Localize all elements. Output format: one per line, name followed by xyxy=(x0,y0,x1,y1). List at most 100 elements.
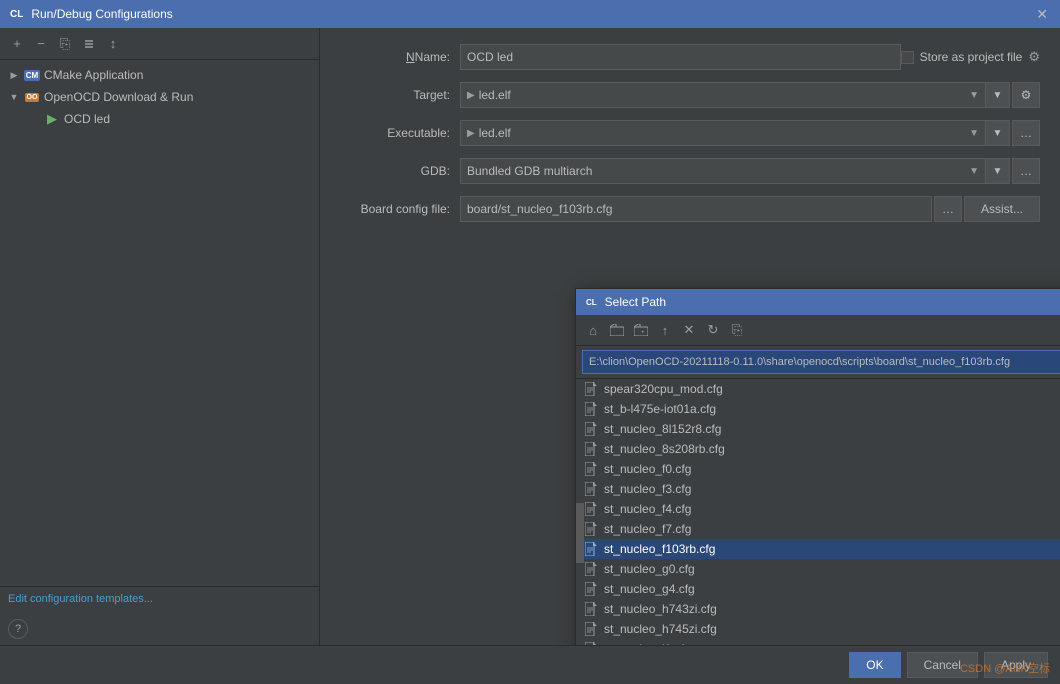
expand-openocd-icon: ▼ xyxy=(8,91,20,103)
sidebar-item-openocd[interactable]: ▼ OO OpenOCD Download & Run xyxy=(0,86,319,108)
refresh-button[interactable]: ↻ xyxy=(702,319,724,341)
board-config-label: Board config file: xyxy=(340,202,460,216)
config-panel: NName: Store as project file ⚙ Target: ▶… xyxy=(320,28,1060,645)
move-config-button[interactable] xyxy=(78,33,100,55)
gdb-select[interactable]: Bundled GDB multiarch ▼ xyxy=(460,158,986,184)
executable-label: Executable: xyxy=(340,126,460,140)
file-icon xyxy=(584,562,598,576)
openocd-icon: OO xyxy=(24,89,40,105)
executable-browse-button[interactable]: … xyxy=(1012,120,1040,146)
expand-ocd-icon xyxy=(28,113,40,125)
move-up-button[interactable]: ↑ xyxy=(654,319,676,341)
svg-text:+: + xyxy=(641,330,645,336)
file-list-item[interactable]: st_nucleo_g4.cfg xyxy=(576,579,1060,599)
path-dialog-toolbar: ⌂ + ↑ ✕ ↻ ⎘ Hide path xyxy=(576,315,1060,346)
sidebar-tree: ▶ CM CMake Application ▼ OO OpenOCD Down… xyxy=(0,60,319,586)
file-list-item[interactable]: st_nucleo_8l152r8.cfg xyxy=(576,419,1060,439)
file-list-item[interactable]: st_b-l475e-iot01a.cfg xyxy=(576,399,1060,419)
name-row: NName: Store as project file ⚙ xyxy=(340,44,1040,70)
main-dialog: CL Run/Debug Configurations ✕ + − ⎘ ↕ ▶ xyxy=(0,0,1060,684)
store-project-checkbox[interactable] xyxy=(901,51,914,64)
file-name: st_b-l475e-iot01a.cfg xyxy=(604,402,716,416)
edit-templates-link[interactable]: Edit configuration templates... xyxy=(8,593,311,605)
file-list-item[interactable]: st_nucleo_f103rb.cfg xyxy=(576,539,1060,559)
gdb-browse-button[interactable]: … xyxy=(1012,158,1040,184)
remove-config-button[interactable]: − xyxy=(30,33,52,55)
file-icon xyxy=(584,462,598,476)
file-list-item[interactable]: st_nucleo_l1.cfg xyxy=(576,639,1060,645)
board-config-input[interactable] xyxy=(460,196,932,222)
file-list-item[interactable]: st_nucleo_f3.cfg xyxy=(576,479,1060,499)
file-icon xyxy=(584,422,598,436)
dialog-title: Run/Debug Configurations xyxy=(31,7,1026,21)
folder-button[interactable] xyxy=(606,319,628,341)
target-row: Target: ▶ led.elf ▼ ▼ ⚙ xyxy=(340,82,1040,108)
file-list-item[interactable]: st_nucleo_8s208rb.cfg xyxy=(576,439,1060,459)
file-list-item[interactable]: st_nucleo_h745zi.cfg xyxy=(576,619,1060,639)
file-icon xyxy=(584,442,598,456)
file-icon xyxy=(584,602,598,616)
sidebar-item-ocd-led[interactable]: ▶ OCD led xyxy=(0,108,319,130)
file-name: st_nucleo_f103rb.cfg xyxy=(604,542,715,556)
name-input[interactable] xyxy=(460,44,901,70)
select-path-app-icon: CL xyxy=(584,297,599,308)
file-name: st_nucleo_h745zi.cfg xyxy=(604,622,717,636)
executable-dropdown-button[interactable]: ▼ xyxy=(986,120,1010,146)
file-name: spear320cpu_mod.cfg xyxy=(604,382,723,396)
executable-select[interactable]: ▶ led.elf ▼ xyxy=(460,120,986,146)
file-icon xyxy=(584,402,598,416)
sidebar-item-cmake-label: CMake Application xyxy=(44,68,143,82)
home-button[interactable]: ⌂ xyxy=(582,319,604,341)
title-bar: CL Run/Debug Configurations ✕ xyxy=(0,0,1060,28)
gdb-dropdown-arrow: ▼ xyxy=(969,166,979,177)
file-icon xyxy=(584,522,598,536)
target-select[interactable]: ▶ led.elf ▼ xyxy=(460,82,986,108)
target-settings-button[interactable]: ⚙ xyxy=(1012,82,1040,108)
file-list-item[interactable]: st_nucleo_f4.cfg xyxy=(576,499,1060,519)
file-icon xyxy=(584,642,598,645)
file-icon xyxy=(584,622,598,636)
gdb-value: Bundled GDB multiarch xyxy=(467,164,592,178)
gdb-dropdown-button[interactable]: ▼ xyxy=(986,158,1010,184)
sort-config-button[interactable]: ↕ xyxy=(102,33,124,55)
cancel-path-button[interactable]: ✕ xyxy=(678,319,700,341)
file-list-item[interactable]: st_nucleo_g0.cfg xyxy=(576,559,1060,579)
board-config-browse-button[interactable]: … xyxy=(934,196,962,222)
store-project-gear-icon[interactable]: ⚙ xyxy=(1028,49,1040,65)
target-dropdown-button[interactable]: ▼ xyxy=(986,82,1010,108)
scrollbar-thumb[interactable] xyxy=(576,503,584,563)
file-list-items: spear320cpu_mod.cfg st_b-l475e-iot01a.cf… xyxy=(576,379,1060,645)
file-name: st_nucleo_f4.cfg xyxy=(604,502,691,516)
file-name: st_nucleo_f7.cfg xyxy=(604,522,691,536)
expand-cmake-icon: ▶ xyxy=(8,69,20,81)
file-list-item[interactable]: st_nucleo_h743zi.cfg xyxy=(576,599,1060,619)
file-name: st_nucleo_g0.cfg xyxy=(604,562,695,576)
sidebar: + − ⎘ ↕ ▶ CM CMake Application xyxy=(0,28,320,645)
dialog-body: + − ⎘ ↕ ▶ CM CMake Application xyxy=(0,28,1060,645)
watermark: CSDN @ANK空标 xyxy=(960,660,1050,676)
copy-config-button[interactable]: ⎘ xyxy=(54,33,76,55)
help-button[interactable]: ? xyxy=(8,619,28,639)
file-name: st_nucleo_f3.cfg xyxy=(604,482,691,496)
select-path-title-text: Select Path xyxy=(605,295,1060,309)
target-dropdown-arrow: ▼ xyxy=(969,90,979,101)
executable-row: Executable: ▶ led.elf ▼ ▼ … xyxy=(340,120,1040,146)
file-list-item[interactable]: st_nucleo_f7.cfg xyxy=(576,519,1060,539)
file-list-item[interactable]: spear320cpu_mod.cfg xyxy=(576,379,1060,399)
sidebar-item-openocd-label: OpenOCD Download & Run xyxy=(44,90,193,104)
new-folder-button[interactable]: + xyxy=(630,319,652,341)
sidebar-item-cmake[interactable]: ▶ CM CMake Application xyxy=(0,64,319,86)
copy-path-button[interactable]: ⎘ xyxy=(726,319,748,341)
path-input[interactable] xyxy=(582,350,1060,374)
file-icon xyxy=(584,502,598,516)
select-path-title-bar: CL Select Path ✕ xyxy=(576,289,1060,315)
ok-button[interactable]: OK xyxy=(849,652,900,678)
file-icon xyxy=(584,542,598,556)
sidebar-footer: Edit configuration templates... ? xyxy=(0,586,319,645)
cmake-icon: CM xyxy=(24,67,40,83)
file-list-item[interactable]: st_nucleo_f0.cfg xyxy=(576,459,1060,479)
assist-button[interactable]: Assist... xyxy=(964,196,1040,222)
add-config-button[interactable]: + xyxy=(6,33,28,55)
close-icon[interactable]: ✕ xyxy=(1032,4,1052,25)
store-project-container: Store as project file ⚙ xyxy=(901,49,1040,65)
